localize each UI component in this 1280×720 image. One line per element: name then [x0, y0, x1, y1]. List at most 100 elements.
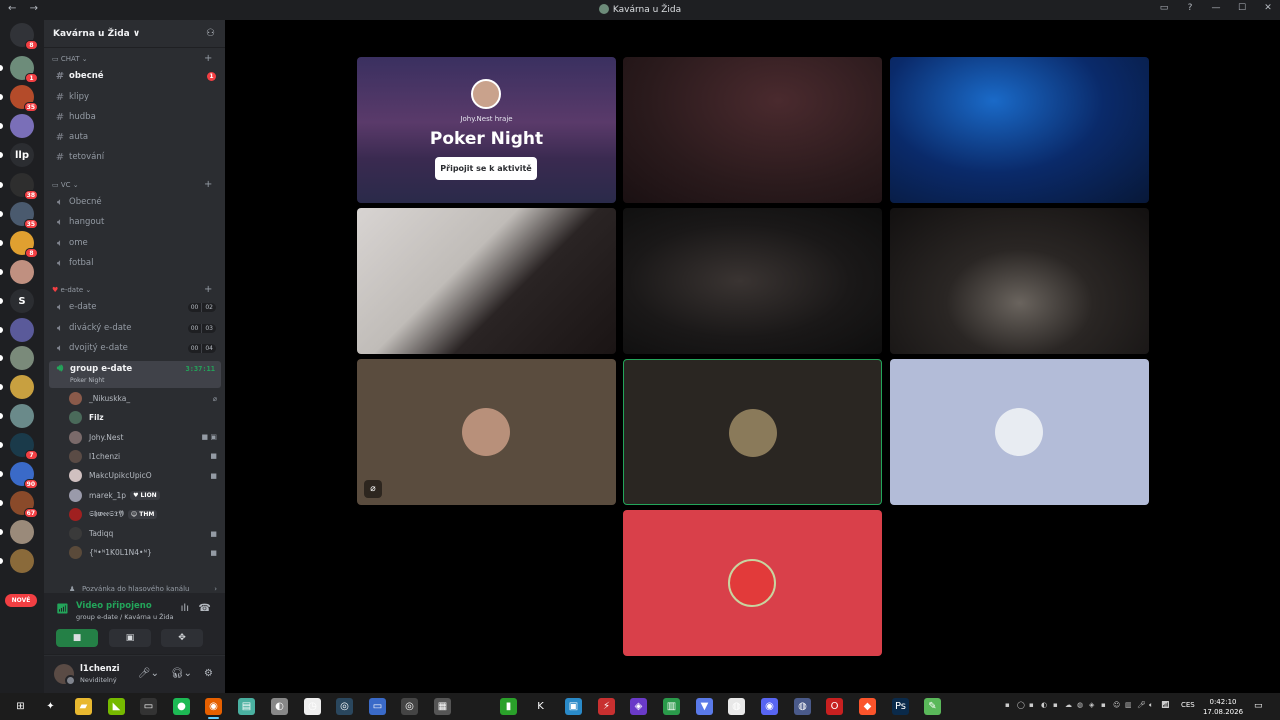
voice-location[interactable]: group e-date / Kavárna u Žida: [76, 613, 174, 621]
channel-ome[interactable]: 🔈︎ ome: [49, 234, 221, 252]
server-11-icon[interactable]: [10, 346, 34, 370]
help-icon[interactable]: ?: [1184, 3, 1196, 13]
tray-icon[interactable]: ◍: [1077, 701, 1083, 709]
channel-auta[interactable]: # auta: [49, 128, 221, 146]
tray-icon[interactable]: 🔈︎: [1149, 701, 1153, 710]
channel-obecne-voice[interactable]: 🔈︎ Obecné: [49, 193, 221, 211]
brave-icon[interactable]: ◆: [859, 698, 876, 715]
spotify-icon[interactable]: ●: [173, 698, 190, 715]
voice-member[interactable]: {ᴺ•ᴺ1K0L1N4•ᴺ} ■: [69, 544, 219, 561]
server-15-icon[interactable]: 90: [10, 462, 38, 489]
participant-tile[interactable]: ⌀: [357, 359, 616, 505]
server-13-icon[interactable]: [10, 404, 34, 428]
nvidia-icon[interactable]: ◣: [108, 698, 125, 715]
server-8-icon[interactable]: [10, 260, 34, 284]
purple-app-icon[interactable]: ◈: [630, 698, 647, 715]
category-chat[interactable]: ▭ CHAT ⌄ +: [52, 53, 212, 64]
server-2-icon[interactable]: 35: [10, 85, 38, 112]
tray-icon[interactable]: ☺: [1113, 701, 1120, 709]
server-1-icon[interactable]: 1: [10, 56, 38, 83]
terminal-icon[interactable]: ▭: [140, 698, 157, 715]
language-indicator[interactable]: CES: [1181, 701, 1195, 709]
headphones-icon[interactable]: 🎧︎⌄: [171, 668, 192, 679]
channel-klipy[interactable]: # klipy: [49, 88, 221, 106]
app-icon[interactable]: ◐: [271, 698, 288, 715]
file-explorer-icon[interactable]: ▰: [75, 698, 92, 715]
microphone-icon[interactable]: 🎤︎⌄: [138, 668, 159, 679]
join-activity-button[interactable]: Připojit se k aktivitě: [435, 157, 537, 180]
add-channel-icon[interactable]: +: [204, 284, 212, 295]
tray-icon[interactable]: ☁: [1065, 701, 1072, 709]
monitor-icon[interactable]: ▭: [369, 698, 386, 715]
tray-icon[interactable]: ▪: [1101, 701, 1106, 709]
video-tile[interactable]: [357, 208, 616, 354]
activity-button[interactable]: ✥: [161, 629, 203, 647]
activity-tile[interactable]: Johy.Nest hraje Poker Night Připojit se …: [357, 57, 616, 203]
minimize-button[interactable]: —: [1210, 3, 1222, 13]
tray-icon[interactable]: ◈: [1089, 701, 1094, 709]
participant-tile[interactable]: [623, 510, 882, 656]
tray-icon[interactable]: ▪: [1005, 701, 1010, 709]
voice-invite-link[interactable]: ♟ Pozvánka do hlasového kanálu ›: [69, 585, 219, 593]
server-14-icon[interactable]: 7: [10, 433, 38, 460]
chrome-icon[interactable]: ◍: [728, 698, 745, 715]
screenshare-button[interactable]: ▣: [109, 629, 151, 647]
discord-icon[interactable]: ◉: [761, 698, 778, 715]
server-7-icon[interactable]: 8: [10, 231, 38, 258]
channel-hangout[interactable]: 🔈︎ hangout: [49, 213, 221, 231]
channel-fotbal[interactable]: 🔈︎ fotbal: [49, 254, 221, 272]
k-app-icon[interactable]: K: [532, 698, 549, 715]
add-channel-icon[interactable]: +: [204, 179, 212, 190]
calculator-icon[interactable]: ▦: [434, 698, 451, 715]
channel-hudba[interactable]: # hudba: [49, 108, 221, 126]
video-tile[interactable]: [890, 208, 1149, 354]
voice-member[interactable]: l1chenzi ■: [69, 448, 219, 465]
green-app-icon[interactable]: ▮: [500, 698, 517, 715]
clock-app-icon[interactable]: ◷: [304, 698, 321, 715]
channel-divacky-edate[interactable]: 🔈︎ divácký e-date 00 03: [49, 319, 221, 337]
signal-icon[interactable]: 📶︎: [56, 604, 69, 615]
disconnect-icon[interactable]: ☎︎: [199, 603, 211, 614]
participant-tile[interactable]: [890, 359, 1149, 505]
notification-icon[interactable]: ▭: [1254, 701, 1263, 711]
user-name[interactable]: l1chenzi: [80, 664, 120, 674]
server-llp-icon[interactable]: llp: [10, 143, 34, 167]
voice-member[interactable]: Johy.Nest ■ ▣: [69, 429, 219, 446]
close-button[interactable]: ✕: [1262, 3, 1274, 13]
tray-icon[interactable]: 🎤︎: [1137, 701, 1146, 709]
server-6-icon[interactable]: 35: [10, 202, 38, 229]
participant-tile-speaking[interactable]: [623, 359, 882, 505]
channel-edate[interactable]: 🔈︎ e-date 00 02: [49, 298, 221, 316]
voice-member[interactable]: MakcUpikcUpicO ■: [69, 467, 219, 484]
server-16-icon[interactable]: 67: [10, 491, 38, 518]
vpn-icon[interactable]: ▼: [696, 698, 713, 715]
video-tile[interactable]: [890, 57, 1149, 203]
add-member-icon[interactable]: ⚇: [206, 28, 215, 39]
notes-icon[interactable]: ▤: [238, 698, 255, 715]
channel-tetovani[interactable]: # tetování: [49, 148, 221, 166]
bolt-icon[interactable]: ⚡: [598, 698, 615, 715]
video-tile[interactable]: [623, 57, 882, 203]
tray-icon[interactable]: ▪: [1053, 701, 1058, 709]
noise-suppression-icon[interactable]: ılı: [181, 603, 189, 614]
server-12-icon[interactable]: [10, 375, 34, 399]
new-unreads-badge[interactable]: NOVÉ: [5, 594, 37, 607]
tray-icon[interactable]: ◯: [1017, 701, 1025, 709]
category-vc[interactable]: ▭ VC ⌄ +: [52, 179, 212, 190]
category-edate[interactable]: ♥ e-date ⌄ +: [52, 284, 212, 295]
tray-icon[interactable]: ▪: [1029, 701, 1034, 709]
server-10-icon[interactable]: [10, 318, 34, 342]
voice-member[interactable]: Filz: [69, 409, 219, 426]
channel-dvojity-edate[interactable]: 🔈︎ dvojitý e-date 00 04: [49, 339, 221, 357]
channel-obecne[interactable]: # obecné 1: [49, 67, 221, 85]
server-s-icon[interactable]: S: [10, 289, 34, 313]
taskbar-clock[interactable]: 0:42:10 17.08.2026: [1202, 697, 1244, 717]
voice-member[interactable]: Tadiqq ■: [69, 525, 219, 542]
server-3-icon[interactable]: [10, 114, 34, 138]
voice-member[interactable]: marek_1p ♥ LION: [69, 487, 219, 504]
voice-member[interactable]: _Nikuskka_ ⌀: [69, 390, 219, 407]
channel-group-edate[interactable]: 🔊︎ group e-date Poker Night 3:37:11: [49, 361, 221, 388]
server-18-icon[interactable]: [10, 549, 34, 573]
camera-button[interactable]: ■: [56, 629, 98, 647]
firefox-icon[interactable]: ◉: [205, 698, 222, 719]
